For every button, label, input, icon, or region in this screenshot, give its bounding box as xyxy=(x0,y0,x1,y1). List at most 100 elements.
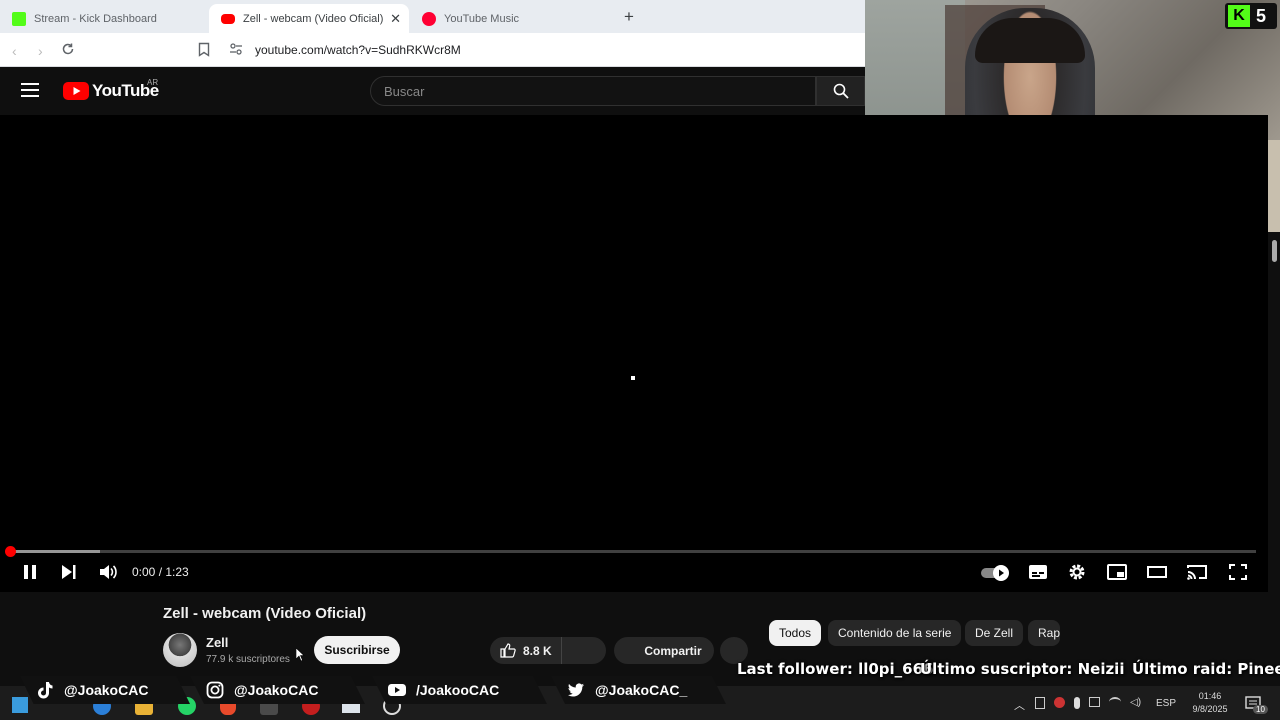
new-tab-button[interactable]: + xyxy=(624,7,634,27)
forward-icon[interactable]: › xyxy=(38,43,43,59)
social-handle: @JoakoCAC xyxy=(64,682,149,698)
notification-count: 10 xyxy=(1253,705,1268,714)
autoplay-toggle[interactable] xyxy=(981,565,1011,581)
youtube-icon xyxy=(388,684,406,696)
viewer-count: 5 xyxy=(1256,5,1267,26)
social-instagram: @JoakoCAC xyxy=(190,676,365,704)
video-player[interactable] xyxy=(0,115,1268,592)
tab-label: Stream - Kick Dashboard xyxy=(34,12,157,25)
tab-youtube-music[interactable]: YouTube Music xyxy=(410,4,610,33)
usb-icon[interactable] xyxy=(1089,697,1100,707)
tab-youtube-video[interactable]: Zell - webcam (Video Oficial) - Yo ✕ xyxy=(209,4,409,33)
like-dislike-group: 8.8 K xyxy=(490,637,606,664)
tab-label: Zell - webcam (Video Oficial) - Yo xyxy=(243,12,383,25)
reload-icon[interactable] xyxy=(61,42,75,56)
youtube-logo-icon xyxy=(63,82,89,100)
channel-avatar[interactable] xyxy=(163,633,197,667)
last-subscriber-ticker: Último suscriptor: Neizii xyxy=(920,660,1125,678)
tab-kick-dashboard[interactable]: Stream - Kick Dashboard xyxy=(0,4,205,33)
wifi-icon[interactable] xyxy=(1109,697,1121,707)
miniplayer-button[interactable] xyxy=(1107,564,1127,580)
close-tab-icon[interactable]: ✕ xyxy=(390,11,401,27)
progress-bar[interactable] xyxy=(5,546,1256,557)
chip-rap[interactable]: Rap xyxy=(1028,620,1060,646)
settings-button[interactable] xyxy=(1068,563,1086,581)
social-tiktok: @JoakoCAC xyxy=(20,676,190,704)
kick-logo-icon: K xyxy=(1228,5,1250,27)
tray-chevron-icon[interactable]: ︿ xyxy=(1014,697,1025,713)
theater-mode-button[interactable] xyxy=(1147,566,1167,578)
time-display: 0:00 / 1:23 xyxy=(132,565,189,579)
pause-icon xyxy=(24,565,36,579)
subtitles-icon xyxy=(1029,565,1047,579)
bookmark-icon[interactable] xyxy=(198,42,210,57)
channel-name[interactable]: Zell xyxy=(206,635,228,650)
tray-antivirus-icon[interactable] xyxy=(1054,697,1065,708)
loading-indicator xyxy=(631,376,635,380)
page-scrollbar[interactable] xyxy=(1268,232,1280,720)
share-button[interactable]: Compartir xyxy=(614,637,714,664)
search-button[interactable] xyxy=(816,76,865,106)
like-button[interactable]: 8.8 K xyxy=(490,637,562,664)
kick-viewer-badge: K 5 xyxy=(1225,3,1277,29)
search-icon xyxy=(833,83,849,99)
mouse-cursor-icon xyxy=(296,648,305,661)
subtitles-button[interactable] xyxy=(1028,564,1048,580)
social-handle: @JoakoCAC xyxy=(234,682,319,698)
scrollbar-thumb[interactable] xyxy=(1272,240,1277,262)
microphone-icon[interactable] xyxy=(1074,697,1080,709)
last-raid-ticker: Último raid: Pineero xyxy=(1132,660,1280,678)
volume-button[interactable] xyxy=(99,564,117,580)
language-indicator[interactable]: ESP xyxy=(1156,698,1176,709)
cast-button[interactable] xyxy=(1187,564,1207,580)
autoplay-icon xyxy=(981,565,1009,581)
chip-todos[interactable]: Todos xyxy=(769,620,822,646)
back-icon[interactable]: ‹ xyxy=(12,43,17,59)
tiktok-icon xyxy=(38,682,53,699)
site-info-icon[interactable] xyxy=(229,43,243,55)
thumbs-up-icon xyxy=(500,643,516,658)
url-field[interactable]: youtube.com/watch?v=SudhRKWcr8M xyxy=(255,39,895,61)
youtube-music-favicon-icon xyxy=(422,11,436,26)
chip-de-zell[interactable]: De Zell xyxy=(965,620,1024,646)
volume-icon xyxy=(100,565,117,579)
notifications-button[interactable]: 10 xyxy=(1245,696,1268,714)
like-count: 8.8 K xyxy=(523,643,552,658)
kick-favicon-icon xyxy=(12,11,26,26)
scrubber-handle[interactable] xyxy=(5,546,16,557)
next-button[interactable] xyxy=(61,565,76,579)
clock[interactable]: 01:46 9/8/2025 xyxy=(1188,690,1232,716)
theater-icon xyxy=(1147,566,1167,578)
social-handle: /JoakooCAC xyxy=(416,682,500,698)
speaker-icon[interactable]: ◁) xyxy=(1130,697,1141,711)
youtube-logo[interactable]: YouTube xyxy=(63,81,159,101)
social-youtube: /JoakooCAC xyxy=(372,676,547,704)
tab-label: YouTube Music xyxy=(444,12,520,25)
fullscreen-button[interactable] xyxy=(1229,564,1247,580)
start-icon[interactable] xyxy=(12,697,28,713)
search-input[interactable]: Buscar xyxy=(370,76,816,106)
social-twitter: @JoakoCAC_ xyxy=(551,676,726,704)
fullscreen-icon xyxy=(1229,564,1247,580)
youtube-favicon-icon xyxy=(221,13,235,24)
dislike-button[interactable] xyxy=(562,637,606,664)
cast-icon xyxy=(1187,565,1207,580)
video-title: Zell - webcam (Video Oficial) xyxy=(163,605,367,622)
gear-icon xyxy=(1069,564,1085,580)
pause-button[interactable] xyxy=(22,564,38,580)
tray-app-icon[interactable] xyxy=(1035,697,1045,709)
system-tray: ◁) xyxy=(1035,697,1145,711)
last-follower-ticker: Last follower: ll0pi_666 xyxy=(737,660,934,678)
chip-contenido-serie[interactable]: Contenido de la serie xyxy=(828,620,962,646)
menu-icon[interactable] xyxy=(21,83,39,97)
miniplayer-icon xyxy=(1107,564,1127,580)
subscribe-button[interactable]: Suscribirse xyxy=(314,636,400,664)
instagram-icon xyxy=(206,681,224,699)
subscriber-count: 77.9 k suscriptores xyxy=(206,654,290,665)
skip-next-icon xyxy=(62,565,76,579)
clock-time: 01:46 xyxy=(1198,691,1222,701)
buffer-bar xyxy=(10,550,100,553)
country-code: AR xyxy=(147,78,159,87)
clock-date: 9/8/2025 xyxy=(1192,704,1228,714)
social-handle: @JoakoCAC_ xyxy=(595,682,688,698)
